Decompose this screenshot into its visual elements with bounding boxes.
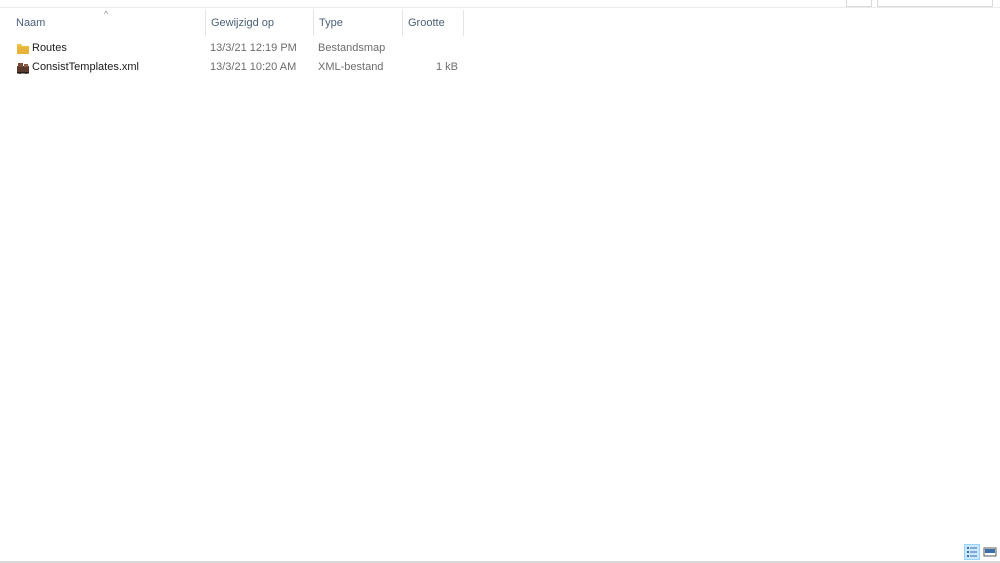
large-icons-view-button[interactable] [982, 544, 998, 560]
file-size: 1 kB [435, 61, 458, 73]
column-header-modified[interactable]: Gewijzigd op [206, 10, 314, 36]
details-view-button[interactable] [964, 544, 980, 560]
file-list-row[interactable]: ConsistTemplates.xml 13/3/21 10:20 AM XM… [11, 58, 464, 77]
column-header-size[interactable]: Grootte [403, 10, 464, 36]
toolbar-divider [0, 7, 1000, 8]
file-list-row[interactable]: Routes 13/3/21 12:19 PM Bestandsmap [11, 39, 464, 58]
column-header-type[interactable]: Type [314, 10, 403, 36]
xml-file-icon [16, 61, 30, 74]
file-modified: 13/3/21 10:20 AM [210, 61, 297, 73]
search-box[interactable] [877, 0, 993, 7]
file-type: Bestandsmap [318, 42, 386, 54]
column-header-bar: ^ Naam Gewijzigd op Type Grootte [0, 10, 1000, 36]
details-view-icon [967, 547, 977, 557]
column-header-name[interactable]: Naam [11, 10, 206, 36]
refresh-button[interactable] [846, 0, 872, 7]
file-type: XML-bestand [318, 61, 384, 73]
large-icons-view-icon [983, 547, 997, 557]
folder-icon [16, 42, 30, 55]
file-name: Routes [32, 42, 67, 54]
file-explorer-window: ^ Naam Gewijzigd op Type Grootte Routes … [0, 0, 1000, 563]
file-modified: 13/3/21 12:19 PM [210, 42, 297, 54]
file-name: ConsistTemplates.xml [32, 61, 139, 73]
